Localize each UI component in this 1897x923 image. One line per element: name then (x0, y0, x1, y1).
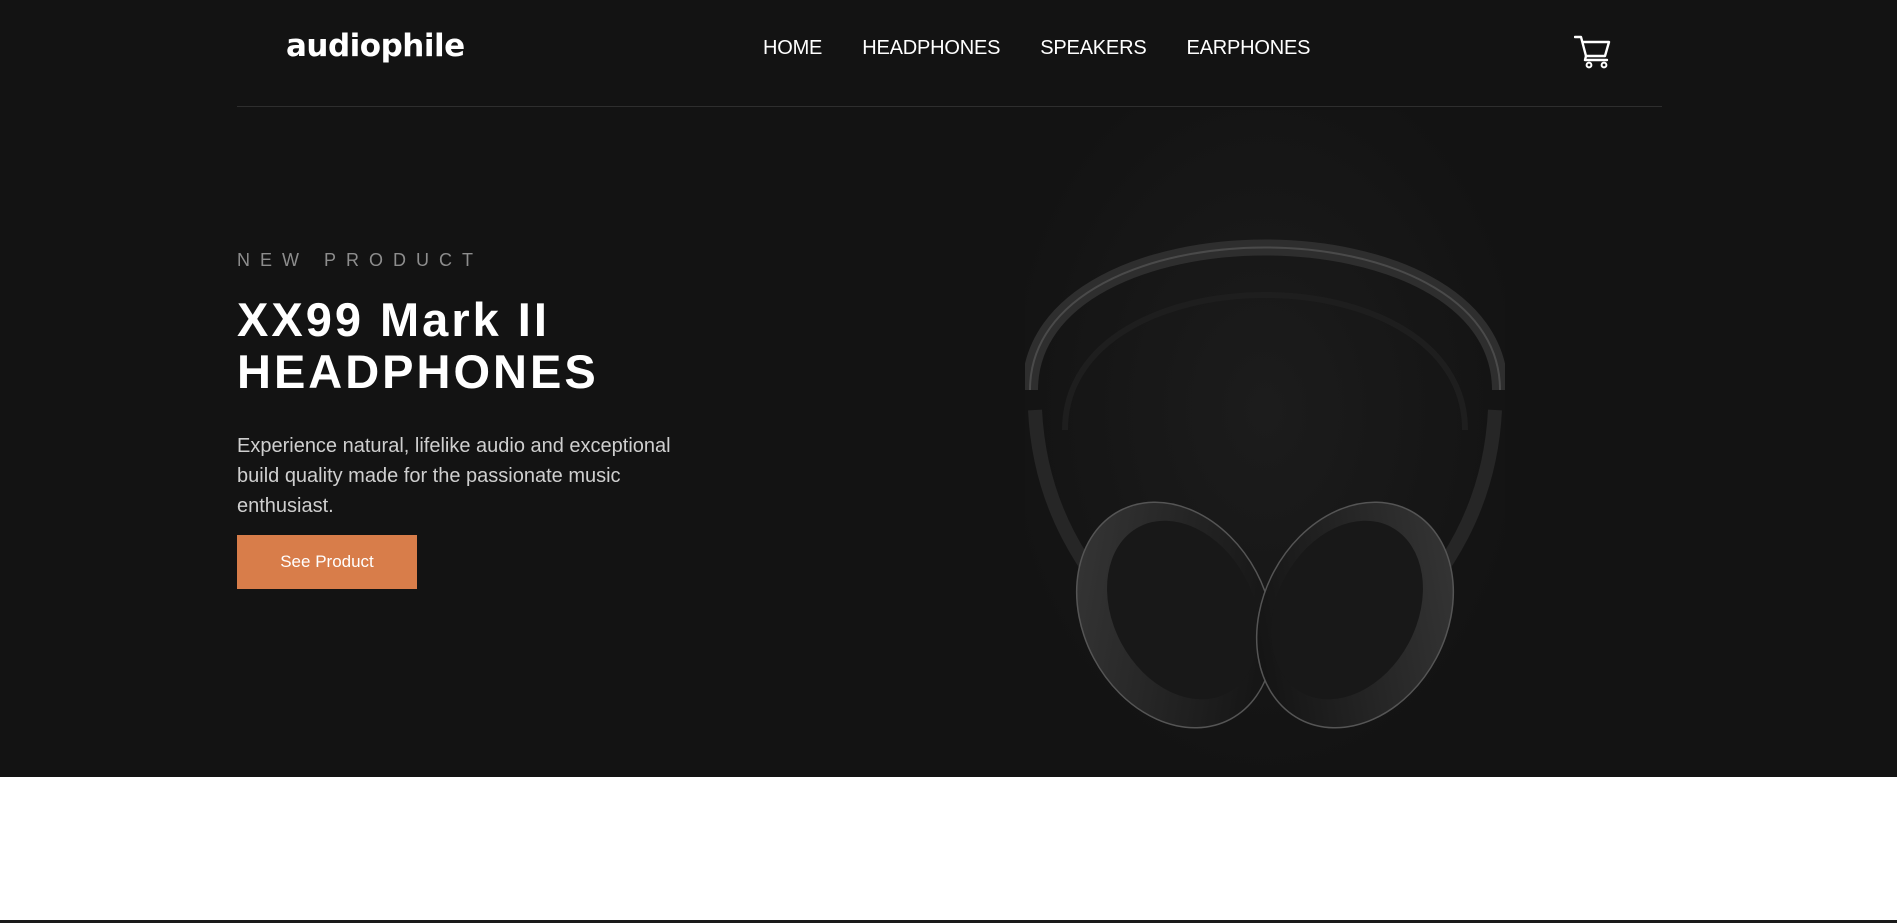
hero-description: Experience natural, lifelike audio and e… (237, 435, 671, 517)
hero-title: XX99 Mark II HEADPHONES (237, 294, 757, 398)
nav-item-earphones[interactable]: EARPHONES (1186, 37, 1310, 60)
cart-icon[interactable] (1573, 33, 1612, 69)
hero-section: audiophile HOME HEADPHONES SPEAKERS EARP… (0, 0, 1897, 777)
headphones-image (1022, 110, 1508, 777)
nav-item-speakers[interactable]: SPEAKERS (1040, 37, 1146, 60)
hero-overline: NEW PRODUCT (237, 250, 483, 270)
content-area (0, 777, 1897, 923)
nav-item-home[interactable]: HOME (763, 37, 822, 60)
hero-content: NEW PRODUCT XX99 Mark II HEADPHONES Expe… (237, 250, 757, 521)
hero-title-line1: XX99 Mark II (237, 293, 550, 346)
logo[interactable]: audiophile (286, 28, 465, 64)
see-product-button[interactable]: See Product (237, 535, 417, 589)
nav-item-headphones[interactable]: HEADPHONES (862, 37, 1000, 60)
site-header: audiophile HOME HEADPHONES SPEAKERS EARP… (237, 0, 1662, 107)
main-nav: HOME HEADPHONES SPEAKERS EARPHONES (763, 37, 1350, 60)
hero-title-line2: HEADPHONES (237, 345, 599, 398)
